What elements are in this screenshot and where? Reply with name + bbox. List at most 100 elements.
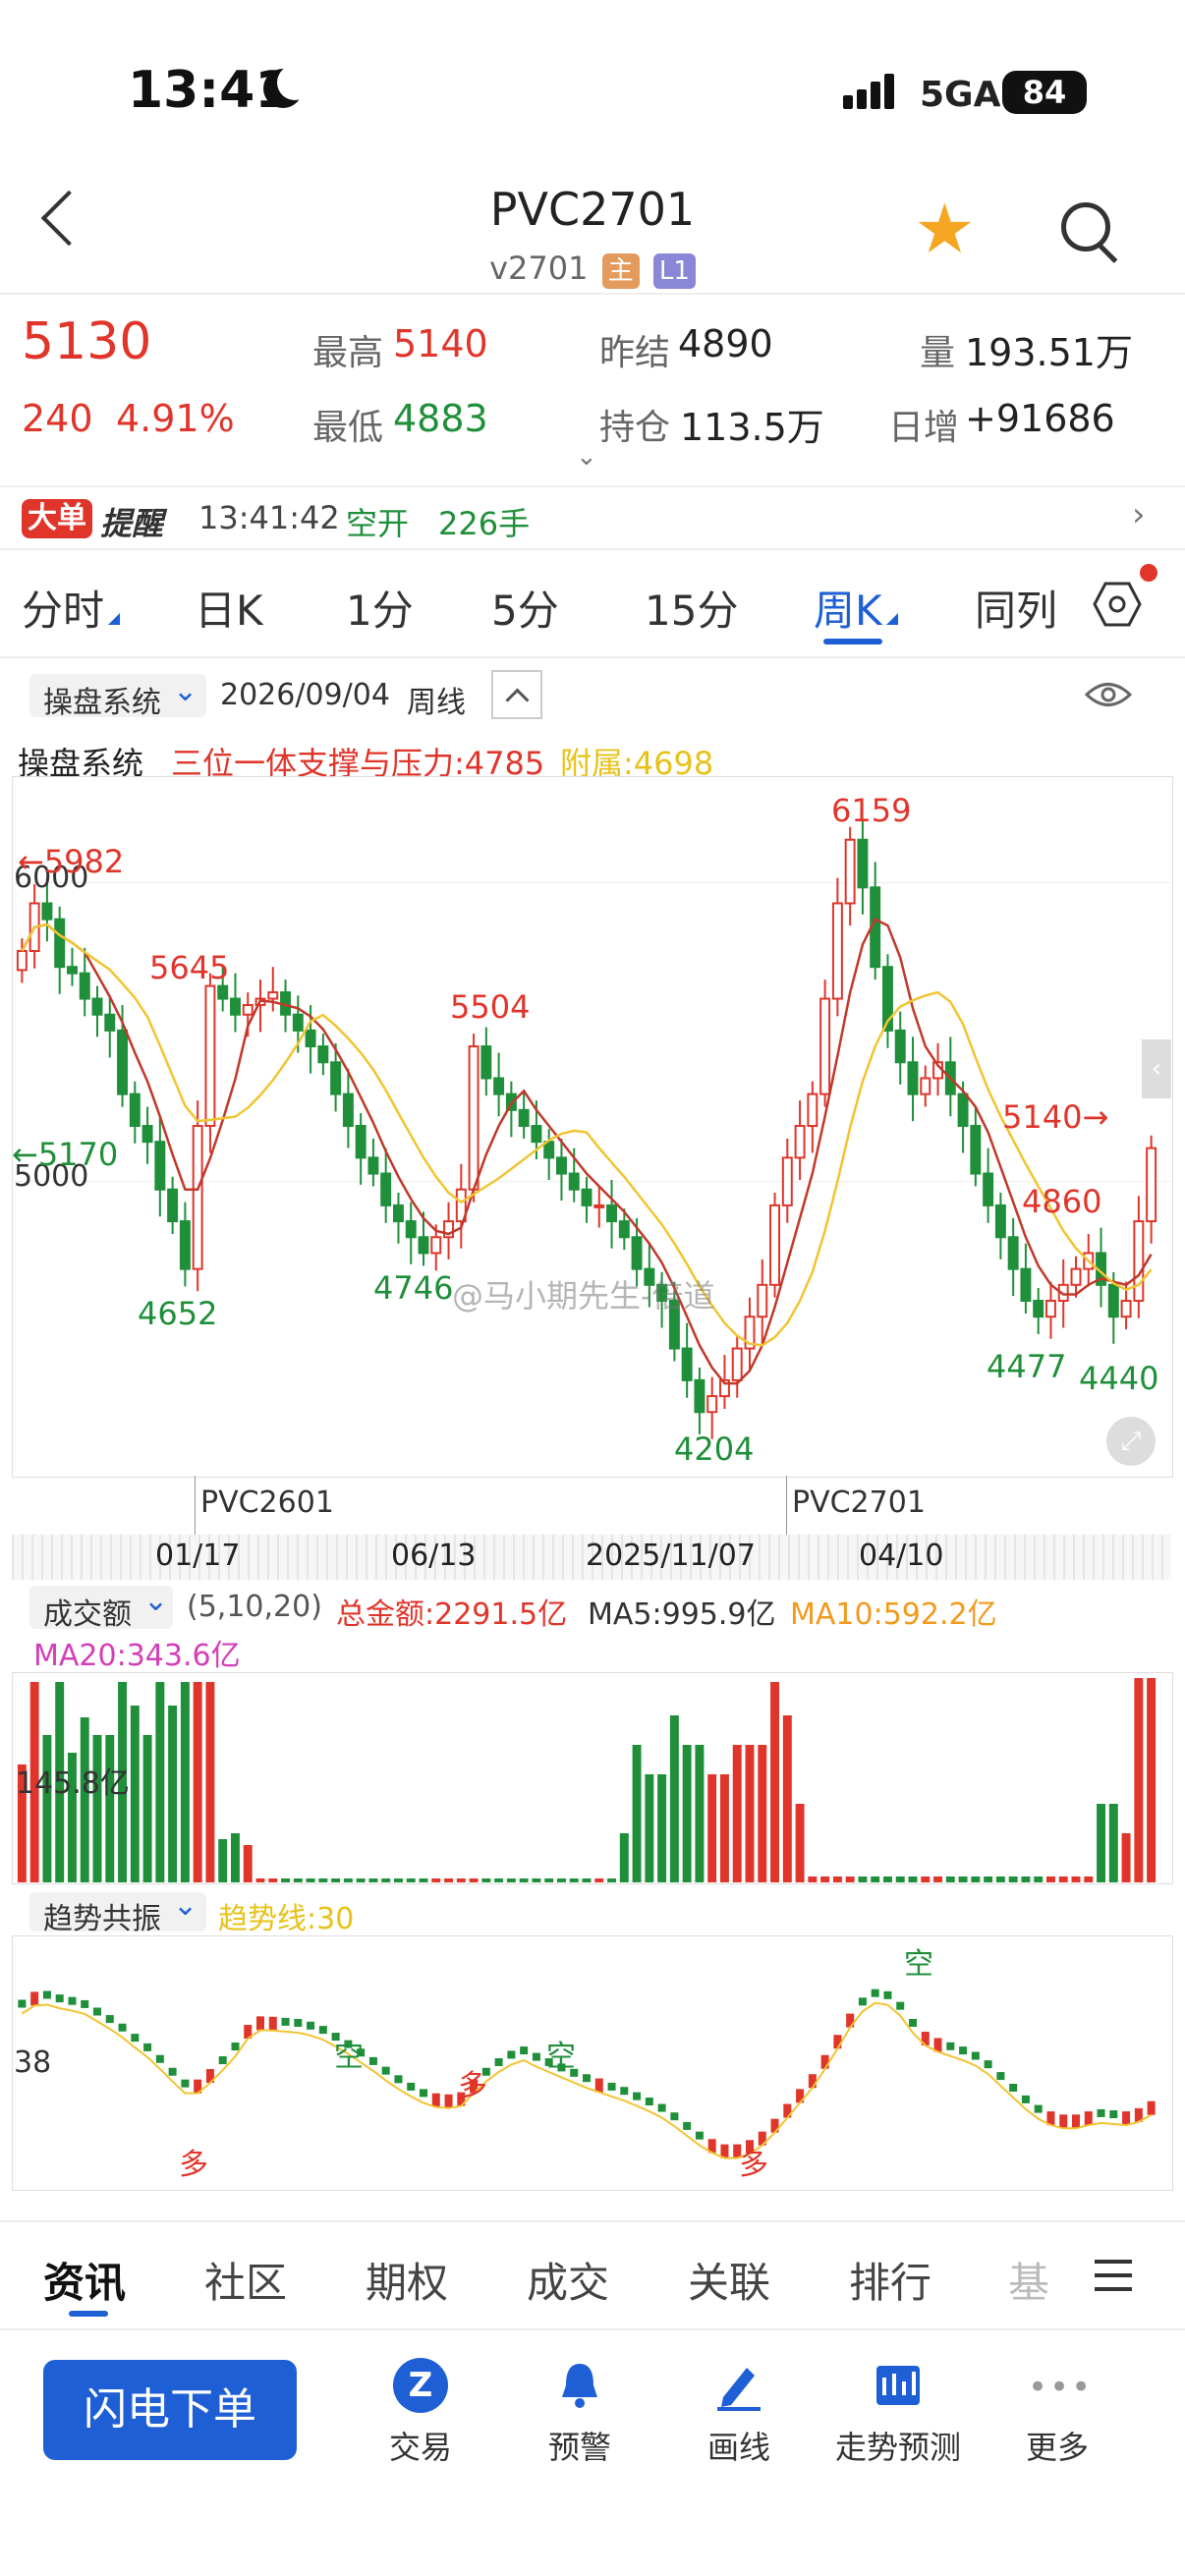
divider [0,293,1185,295]
volume-bar [293,1878,303,1882]
contract-label-2701: PVC2701 [792,1485,926,1520]
candle-body [405,1220,417,1239]
trend-dot [181,2079,190,2088]
volume-bar [393,1878,403,1882]
trend-dot [218,2056,227,2065]
daily-increase-label: 日增 [888,408,960,448]
more-icon[interactable]: ••• [979,2358,1136,2404]
tab-timeshare[interactable]: 分时 [22,578,121,638]
volume-params: (5,10,20) [187,1590,322,1624]
tab-weekly-k[interactable]: 周K [814,578,898,638]
tab-options[interactable]: 期权 [366,2250,448,2310]
trend-dot [30,1991,39,2006]
volume-bar [607,1878,617,1882]
tab-1min[interactable]: 1分 [346,578,414,638]
tab-trades[interactable]: 成交 [527,2250,609,2310]
alert-bell-icon[interactable] [501,2358,658,2417]
eye-icon[interactable] [1085,678,1132,711]
trend-dot [959,2046,968,2055]
candle-body [380,1172,392,1206]
trend-dot [268,2016,277,2031]
trade-label[interactable]: 交易 [342,2423,499,2468]
fullscreen-icon[interactable]: ⤢ [1106,1417,1156,1466]
menu-icon[interactable] [1095,2260,1132,2291]
candle-body [807,1092,818,1127]
candle-body [1146,1147,1157,1223]
trend-dot [281,2017,290,2026]
side-collapse-handle[interactable]: ‹ [1142,1039,1171,1098]
draw-line-icon[interactable] [660,2358,818,2417]
tab-ranking[interactable]: 排行 [849,2250,931,2310]
candle-body [593,1204,605,1208]
volume-bar [168,1706,178,1882]
volume-bar [1121,1833,1131,1882]
volume-bar [871,1876,880,1882]
cellular-signal-icon [843,74,898,109]
volume-bar [356,1878,366,1882]
volume-bar [745,1745,755,1882]
candle-body [894,1029,906,1064]
label-high-left: ←5982 [18,843,125,880]
settings-hex-icon[interactable] [1093,580,1142,629]
expand-chevron-icon[interactable]: ⌄ [576,442,597,472]
main-tag: 主 [601,253,640,289]
candle-body [493,1077,505,1095]
alert-chevron-right-icon[interactable]: › [1132,495,1146,534]
trend-dot [68,1996,77,2005]
trend-forecast-icon[interactable] [819,2358,977,2417]
trend-dot [1147,2100,1156,2115]
tab-news[interactable]: 资讯 [43,2250,126,2310]
trend-axis-label: 38 [14,2045,52,2080]
volume-bar [832,1876,842,1882]
trend-dot [984,2060,992,2069]
candle-body [192,1125,203,1270]
trend-panel-name: 趋势共振 [43,1902,161,1936]
trend-dot [143,2043,152,2051]
volume-ma5: MA5:995.9亿 [588,1597,776,1632]
high-label: 最高 [312,333,384,373]
candle-body [555,1156,567,1175]
collapse-button[interactable] [491,670,542,719]
candle-body [1120,1300,1132,1318]
tab-fundamentals[interactable]: 基 [1008,2250,1049,2310]
trend-dot [105,2015,114,2024]
trade-icon[interactable]: Z [342,2358,499,2413]
trend-dot [1059,2114,1068,2129]
tab-related[interactable]: 关联 [688,2250,770,2310]
daily-increase-value: +91686 [965,397,1115,440]
volume-bar [243,1845,253,1882]
alert-label[interactable]: 预警 [501,2423,658,2468]
candle-body [342,1092,354,1127]
tab-daily-k[interactable]: 日K [195,578,263,638]
trend-dot [55,1994,64,2003]
candle-body [129,1092,141,1127]
chart-date: 2026/09/04 [220,678,390,712]
tab-same-list[interactable]: 同列 [975,578,1057,638]
tab-community[interactable]: 社区 [204,2250,287,2310]
trend-dot [407,2082,416,2091]
x-axis-date-2: 06/13 [391,1539,477,1573]
volume-bar [205,1682,215,1882]
trend-dot [833,2035,842,2049]
divider [0,2220,1185,2222]
volume-bar [444,1878,454,1882]
label-6159: 6159 [831,792,912,829]
more-label[interactable]: 更多 [979,2423,1136,2468]
favorite-star-icon[interactable]: ★ [914,195,976,263]
trend-mark-long-3: 多 [739,2148,768,2182]
trend-forecast-label[interactable]: 走势预测 [819,2423,977,2468]
tab-5min[interactable]: 5分 [491,578,559,638]
draw-line-label[interactable]: 画线 [660,2423,818,2468]
tab-15min[interactable]: 15分 [645,578,738,638]
trend-mark-long-1: 多 [179,2148,208,2182]
candle-body [355,1125,367,1159]
volume-bar [1084,1876,1094,1882]
volume-bar [632,1745,642,1882]
volume-panel-name: 成交额 [43,1597,132,1632]
flash-order-button[interactable]: 闪电下单 [43,2360,297,2460]
volume-bar [306,1878,315,1882]
candle-body [330,1061,342,1095]
divider [0,485,1185,487]
candle-body [706,1395,718,1414]
trend-dot [494,2058,503,2066]
